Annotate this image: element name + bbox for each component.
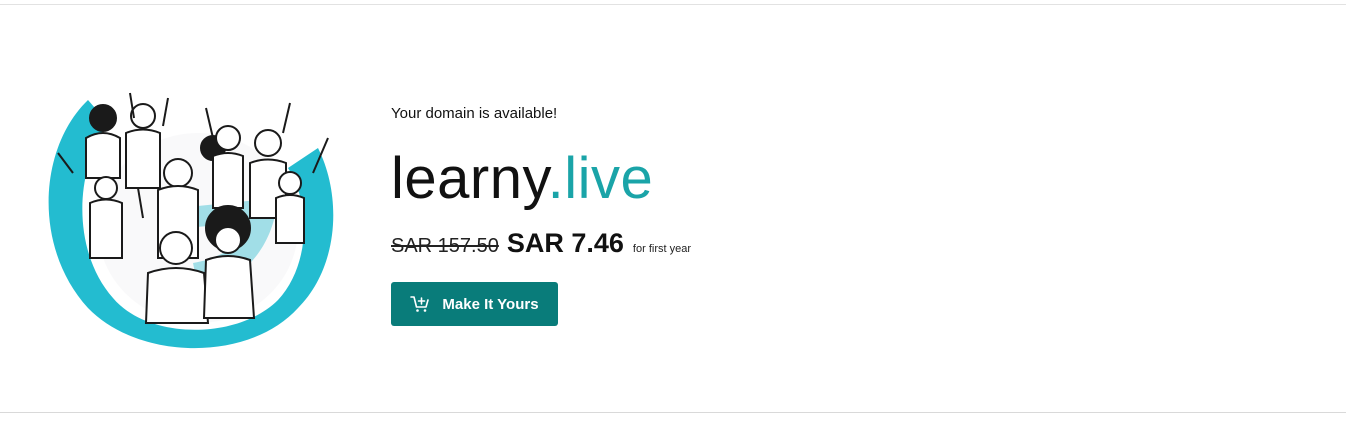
- people-crowd-illustration: [48, 92, 334, 349]
- availability-message: Your domain is available!: [391, 105, 558, 122]
- original-price: SAR 157.50: [391, 235, 499, 257]
- current-price: SAR 7.46: [506, 228, 624, 258]
- domain-sld: learny: [391, 146, 548, 211]
- price-term-note: for first year: [632, 243, 691, 255]
- domain-tld: .live: [547, 146, 654, 211]
- make-it-yours-button[interactable]: Make It Yours: [391, 282, 558, 326]
- make-it-yours-label: Make It Yours: [442, 295, 539, 313]
- bottom-divider: [0, 412, 1346, 413]
- price-row: SAR 157.50 SAR 7.46 for first year: [391, 228, 691, 259]
- top-divider: [0, 4, 1346, 5]
- add-to-cart-icon: [410, 296, 430, 312]
- domain-result: Your domain is available! learny.live SA…: [391, 104, 691, 326]
- domain-name: learny.live: [391, 144, 653, 214]
